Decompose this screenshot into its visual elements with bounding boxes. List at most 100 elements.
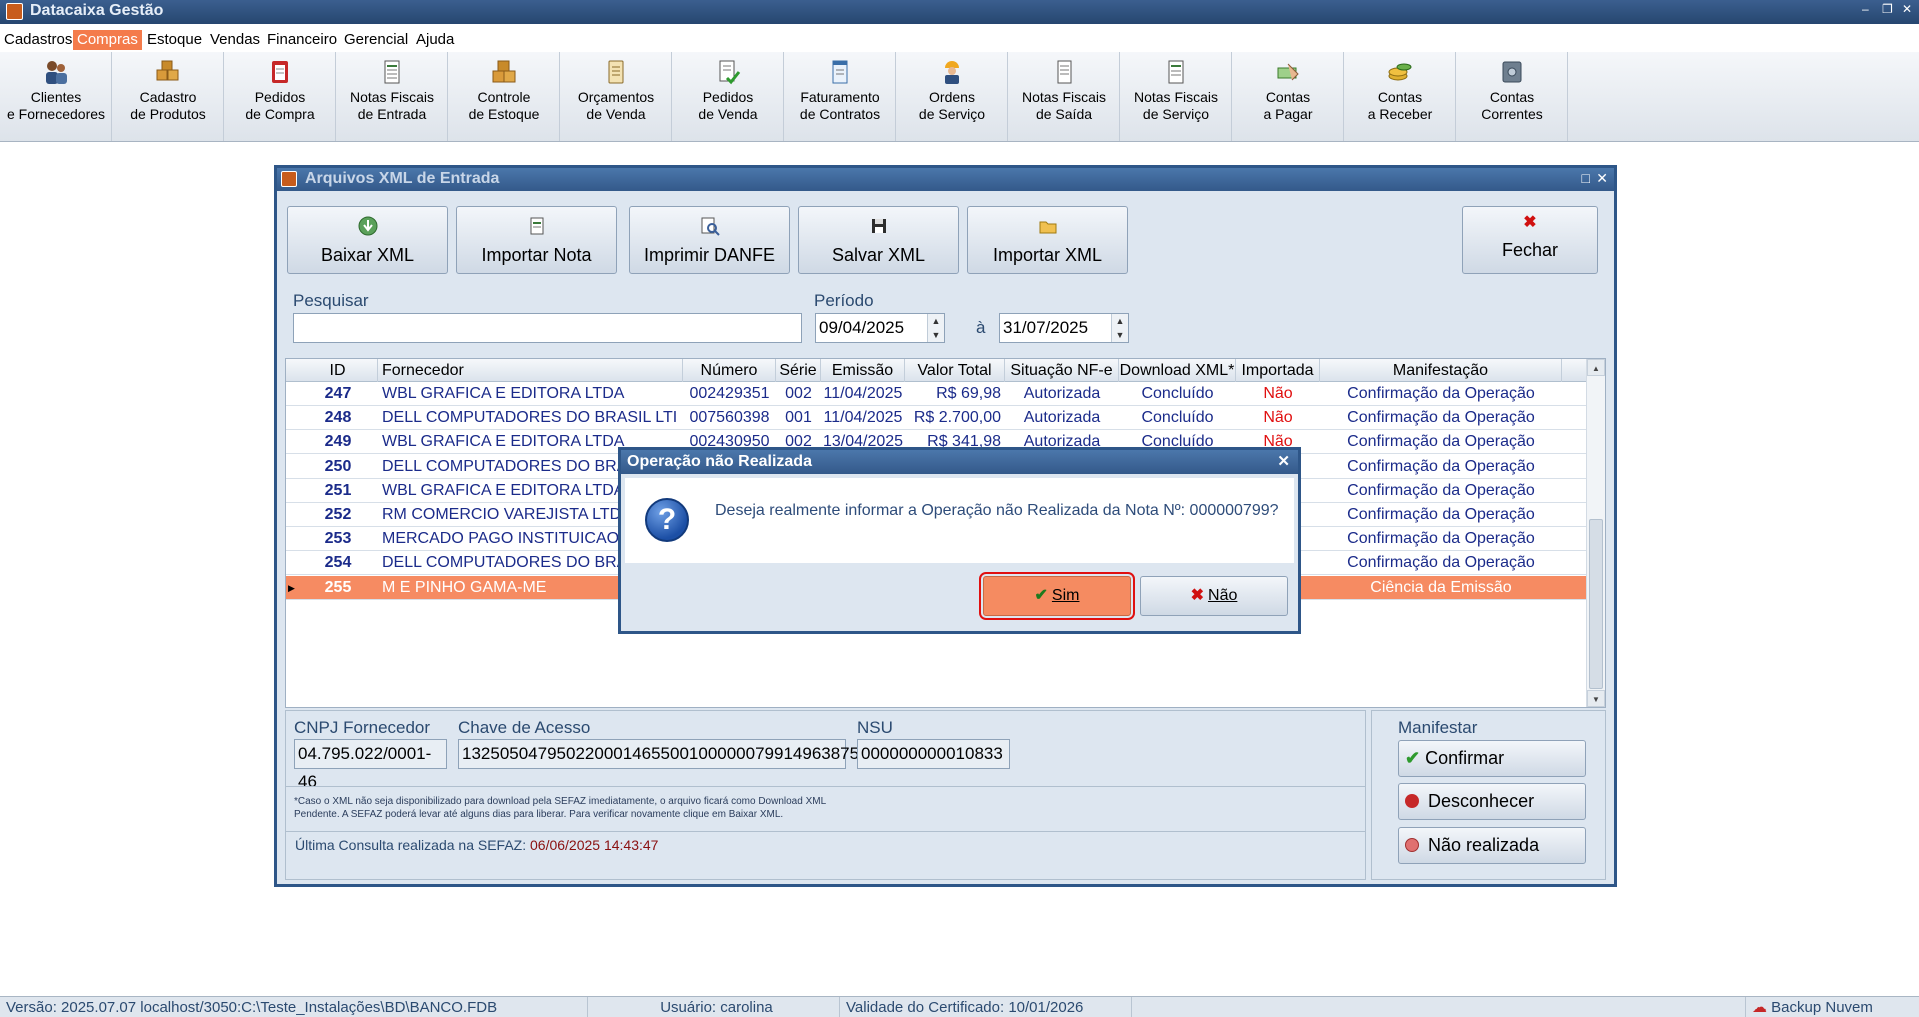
- column-header[interactable]: Fornecedor: [378, 359, 683, 382]
- toolbar-nf-saida-button[interactable]: Notas Fiscais de Saída: [1008, 52, 1120, 141]
- cell-serie: 002: [785, 385, 812, 402]
- table-row[interactable]: 248 DELL COMPUTADORES DO BRASIL LTI 007560…: [286, 406, 1586, 431]
- toolbar-ordens-servico-button[interactable]: Ordens de Serviço: [896, 52, 1008, 141]
- cell-fornecedor: DELL COMPUTADORES DO BRASIL LTI: [382, 409, 678, 427]
- cell-valor: R$ 2.700,00: [913, 409, 1001, 427]
- maximize-icon[interactable]: □: [1582, 170, 1590, 186]
- cell-manifestacao: Ciência da Emissão: [1370, 578, 1512, 596]
- column-header[interactable]: ID: [298, 359, 378, 382]
- manifestar-panel: Manifestar ✔ Confirmar Desconhecer Não r…: [1371, 710, 1606, 880]
- x-circle-icon: [1405, 838, 1419, 852]
- column-header[interactable]: Valor Total: [905, 359, 1005, 382]
- toolbar-pedidos-compra-button[interactable]: Pedidos de Compra: [224, 52, 336, 141]
- toolbar-contas-receber-button[interactable]: Contas a Receber: [1344, 52, 1456, 141]
- sim-label: Sim: [1051, 587, 1080, 604]
- divider: [286, 831, 1365, 832]
- cell-id: 247: [324, 385, 352, 402]
- cell-id: 255: [324, 578, 352, 596]
- toolbar-contas-correntes-button[interactable]: Contas Correntes: [1456, 52, 1568, 141]
- toolbar-nf-servico-button[interactable]: Notas Fiscais de Serviço: [1120, 52, 1232, 141]
- column-header[interactable]: Importada: [1236, 359, 1320, 382]
- minimize-icon[interactable]: –: [1862, 2, 1869, 16]
- menu-estoque[interactable]: Estoque: [143, 30, 206, 50]
- importar-nota-label: Importar Nota: [481, 245, 592, 265]
- menu-cadastros[interactable]: Cadastros: [0, 30, 76, 50]
- toolbar-nf-entrada-button[interactable]: Notas Fiscais de Entrada: [336, 52, 448, 141]
- grid-header: ID Fornecedor Número Série Emissão Valor…: [286, 359, 1586, 382]
- menu-vendas[interactable]: Vendas: [206, 30, 264, 50]
- restore-icon[interactable]: ❐: [1882, 2, 1893, 16]
- scroll-up-icon[interactable]: ▲: [1587, 359, 1605, 376]
- cell-download: Concluído: [1141, 385, 1214, 402]
- toolbar-contas-pagar-button[interactable]: Contas a Pagar: [1232, 52, 1344, 141]
- close-icon[interactable]: ✕: [1596, 170, 1608, 187]
- importar-nota-button[interactable]: Importar Nota: [456, 206, 617, 274]
- print-preview-icon: [701, 217, 720, 236]
- cell-id: 254: [324, 554, 352, 572]
- cloud-icon: ☁: [1752, 999, 1767, 1016]
- baixar-xml-button[interactable]: Baixar XML: [287, 206, 448, 274]
- search-label: Pesquisar: [293, 291, 369, 310]
- coins-icon: [1388, 63, 1412, 81]
- column-header[interactable]: Série: [776, 359, 821, 382]
- toolbar-clientes-button[interactable]: Clientes e Fornecedores: [0, 52, 112, 141]
- dialog-message: Deseja realmente informar a Operação não…: [715, 502, 1279, 519]
- cell-serie: 001: [785, 409, 812, 427]
- column-header[interactable]: Manifestação: [1320, 359, 1562, 382]
- nsu-label: NSU: [857, 718, 893, 737]
- menu-compras[interactable]: Compras: [73, 30, 142, 50]
- column-header[interactable]: Número: [683, 359, 776, 382]
- sim-button[interactable]: ✔ Sim: [979, 572, 1135, 620]
- cell-manifestacao: Confirmação da Operação: [1347, 409, 1535, 427]
- column-header[interactable]: Situação NF-e: [1005, 359, 1119, 382]
- desconhecer-button[interactable]: Desconhecer: [1398, 783, 1586, 820]
- menu-ajuda[interactable]: Ajuda: [412, 30, 458, 50]
- confirmar-button[interactable]: ✔ Confirmar: [1398, 740, 1586, 777]
- toolbar-produtos-button[interactable]: Cadastro de Produtos: [112, 52, 224, 141]
- toolbar-pedidos-venda-button[interactable]: Pedidos de Venda: [672, 52, 784, 141]
- last-query-label: Última Consulta realizada na SEFAZ:: [295, 837, 527, 853]
- column-header[interactable]: Emissão: [821, 359, 905, 382]
- fechar-button[interactable]: ✖ Fechar: [1462, 206, 1598, 274]
- clipboard-icon: [272, 61, 288, 83]
- fechar-label: Fechar: [1501, 240, 1559, 260]
- spin-icon[interactable]: ▲ ▼: [927, 314, 944, 342]
- nsu-field[interactable]: 000000000010833: [857, 739, 1010, 769]
- last-query: Última Consulta realizada na SEFAZ: 06/0…: [295, 837, 658, 853]
- toolbar-controle-estoque-button[interactable]: Controle de Estoque: [448, 52, 560, 141]
- toolbar-faturamento-button[interactable]: Faturamento de Contratos: [784, 52, 896, 141]
- chave-field[interactable]: 1325050479502200014655001000000799149638…: [458, 739, 878, 769]
- close-icon[interactable]: ✕: [1902, 2, 1912, 16]
- cnpj-field[interactable]: 04.795.022/0001-46: [294, 739, 447, 791]
- scroll-thumb[interactable]: [1589, 519, 1603, 689]
- importar-xml-button[interactable]: Importar XML: [967, 206, 1128, 274]
- table-row[interactable]: 247 WBL GRAFICA E EDITORA LTDA 002429351 00…: [286, 382, 1586, 406]
- divider: [286, 786, 1365, 787]
- pay-icon: [1277, 63, 1299, 81]
- cell-situacao: Autorizada: [1023, 385, 1101, 402]
- importar-xml-label: Importar XML: [992, 245, 1103, 265]
- toolbar-label: Notas Fiscais de Saída: [1021, 89, 1107, 122]
- menu-gerencial[interactable]: Gerencial: [340, 30, 412, 50]
- toolbar-orcamentos-button[interactable]: Orçamentos de Venda: [560, 52, 672, 141]
- menu-financeiro[interactable]: Financeiro: [263, 30, 341, 50]
- imprimir-danfe-button[interactable]: Imprimir DANFE: [629, 206, 790, 274]
- cell-emissao: 11/04/2025: [823, 385, 903, 402]
- app-logo-icon: [6, 3, 23, 20]
- column-header[interactable]: Download XML*: [1119, 359, 1236, 382]
- menu-bar: Cadastros Compras Estoque Vendas Finance…: [0, 27, 1919, 52]
- nao-realizada-button[interactable]: Não realizada: [1398, 827, 1586, 864]
- grid-scrollbar[interactable]: ▲ ▼: [1586, 359, 1605, 707]
- period-from-field[interactable]: 09/04/2025 ▲ ▼: [815, 313, 945, 343]
- scroll-down-icon[interactable]: ▼: [1587, 690, 1605, 707]
- backup-nuvem-button[interactable]: ☁ Backup Nuvem: [1746, 997, 1919, 1017]
- period-to-field[interactable]: 31/07/2025 ▲ ▼: [999, 313, 1129, 343]
- close-icon[interactable]: ✕: [1277, 452, 1290, 470]
- salvar-xml-button[interactable]: Salvar XML: [798, 206, 959, 274]
- period-to-value: 31/07/2025: [1003, 318, 1089, 337]
- app-titlebar: Datacaixa Gestão – ❐ ✕: [0, 0, 1919, 24]
- spin-icon[interactable]: ▲ ▼: [1111, 314, 1128, 342]
- search-input[interactable]: [293, 313, 802, 343]
- nao-button[interactable]: ✖ Não: [1140, 576, 1288, 616]
- cell-id: 249: [324, 433, 352, 451]
